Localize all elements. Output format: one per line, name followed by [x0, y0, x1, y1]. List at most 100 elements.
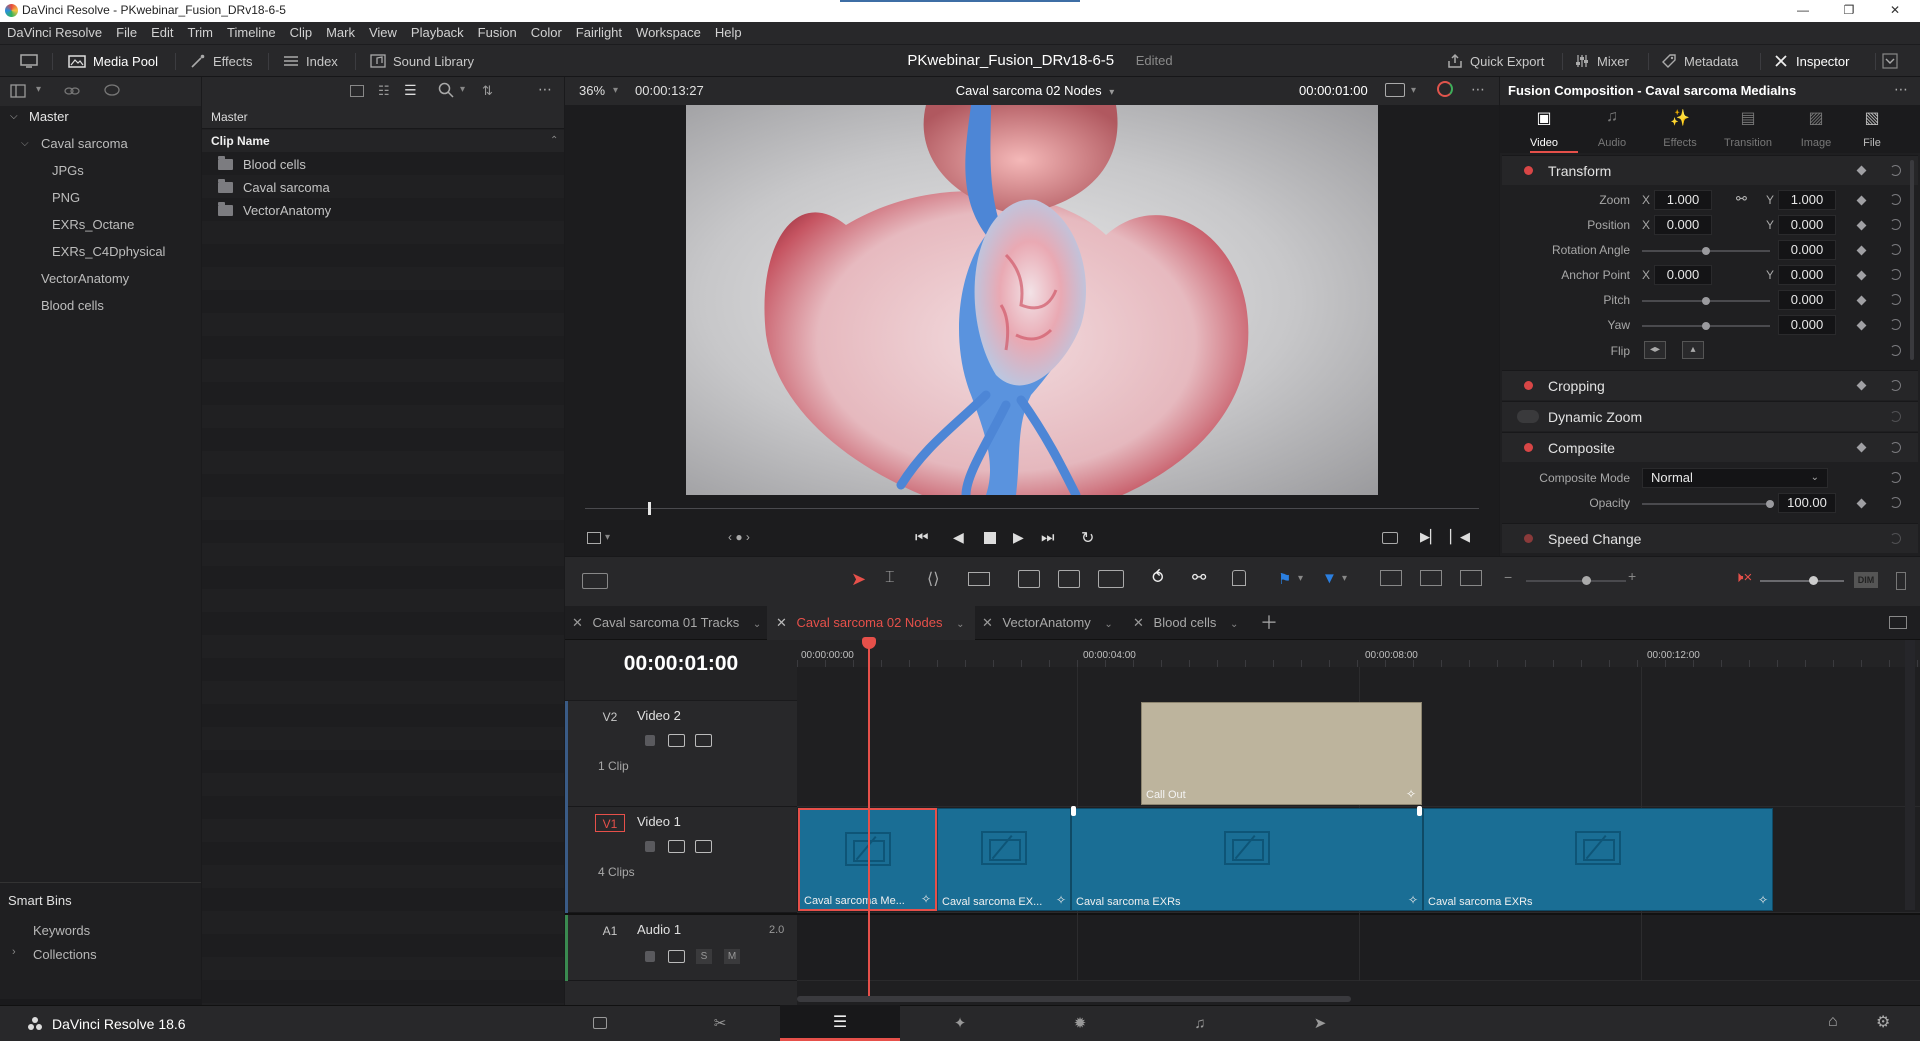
zoom-x-field[interactable]: 1.000: [1654, 190, 1712, 210]
list-item[interactable]: Caval sarcoma: [202, 176, 564, 199]
opacity-field[interactable]: 100.00: [1778, 493, 1836, 513]
solo-button[interactable]: S: [696, 949, 712, 964]
tab-file[interactable]: File: [1838, 137, 1906, 149]
track-header-v1[interactable]: V1 Video 1 4 Clips: [565, 807, 797, 913]
snapping-icon[interactable]: ⥀: [1152, 568, 1164, 588]
position-x-field[interactable]: 0.000: [1654, 215, 1712, 235]
keyframe-icon[interactable]: [1856, 165, 1867, 176]
sound-library-button[interactable]: Sound Library: [370, 45, 474, 77]
next-edit-icon[interactable]: ▶▏: [1420, 529, 1440, 545]
close-button[interactable]: ✕: [1872, 0, 1918, 22]
section-dynamic-zoom[interactable]: Dynamic Zoom: [1502, 401, 1918, 431]
bin-exrs-c4dphysical[interactable]: EXRs_C4Dphysical: [0, 239, 201, 265]
rotation-slider-knob[interactable]: [1702, 247, 1710, 255]
track-header-v2[interactable]: V2 Video 2 1 Clip: [565, 701, 797, 807]
restore-button[interactable]: ❐: [1826, 0, 1872, 22]
timeline-zoom-knob[interactable]: [1582, 576, 1591, 585]
blade-tool-icon[interactable]: [968, 572, 990, 586]
viewer-scrubber[interactable]: [565, 495, 1499, 523]
chevron-down-icon[interactable]: ⌵: [10, 104, 18, 130]
inspector-scrollbar[interactable]: [1910, 160, 1914, 360]
volume-knob[interactable]: [1809, 576, 1818, 585]
section-speed-change[interactable]: Speed Change: [1502, 523, 1918, 553]
page-edit[interactable]: ☰: [780, 1005, 900, 1041]
menu-fusion[interactable]: Fusion: [471, 22, 524, 44]
bin-caval-sarcoma[interactable]: ⌵ Caval sarcoma: [0, 131, 201, 157]
timeline-ruler[interactable]: 00:00:00:00 00:00:04:00 00:00:08:00 00:0…: [797, 640, 1920, 667]
close-icon[interactable]: ✕: [982, 615, 993, 630]
menu-clip[interactable]: Clip: [283, 22, 319, 44]
position-y-field[interactable]: 0.000: [1778, 215, 1836, 235]
timeline-clip[interactable]: Caval sarcoma EXRs ✧: [1423, 808, 1773, 911]
position-lock-icon[interactable]: [1232, 570, 1246, 586]
reset-icon[interactable]: [1890, 269, 1901, 280]
mixer-button[interactable]: Mixer: [1574, 45, 1629, 77]
menu-file[interactable]: File: [109, 22, 144, 44]
chevron-down-icon[interactable]: ⌄: [1104, 619, 1112, 630]
menu-view[interactable]: View: [362, 22, 404, 44]
menu-playback[interactable]: Playback: [404, 22, 471, 44]
anchor-x-field[interactable]: 0.000: [1654, 265, 1712, 285]
smart-filter-icon[interactable]: [104, 84, 120, 98]
trim-tool-icon[interactable]: ⌶: [885, 569, 895, 587]
section-composite[interactable]: Composite: [1502, 432, 1918, 462]
dynamic-zoom-toggle[interactable]: [1517, 410, 1539, 423]
link-icon[interactable]: ⚯: [1736, 191, 1747, 207]
timeline-horizontal-scrollbar[interactable]: [797, 996, 1351, 1002]
timeline-clip[interactable]: Caval sarcoma EX... ✧: [937, 808, 1071, 911]
reset-icon[interactable]: [1890, 165, 1901, 176]
tab-audio[interactable]: Audio: [1578, 137, 1646, 149]
timeline-vertical-scrollbar[interactable]: [1905, 640, 1915, 910]
rotation-field[interactable]: 0.000: [1778, 240, 1836, 260]
more-options-icon[interactable]: ⋯: [1894, 81, 1908, 98]
home-icon[interactable]: ⌂: [1828, 1013, 1838, 1031]
timeline-clip[interactable]: Call Out ✧: [1141, 702, 1422, 805]
match-frame-icon[interactable]: [1382, 532, 1398, 544]
page-deliver[interactable]: ➤: [1260, 1005, 1380, 1041]
sort-chevron-up-icon[interactable]: ⌃: [550, 135, 558, 146]
close-icon[interactable]: ✕: [1133, 615, 1144, 630]
timeline-view-options-icon[interactable]: [582, 573, 608, 589]
prev-edit-icon[interactable]: ▏◀: [1450, 529, 1470, 545]
index-button[interactable]: Index: [283, 45, 338, 77]
list-item[interactable]: VectorAnatomy: [202, 199, 564, 222]
chevron-down-icon[interactable]: ⌄: [1230, 619, 1238, 630]
list-item[interactable]: Blood cells: [202, 153, 564, 176]
lock-icon[interactable]: [645, 841, 655, 852]
timeline-options-icon[interactable]: [1889, 616, 1907, 629]
keyframe-icon[interactable]: [1856, 442, 1867, 453]
mute-speaker-icon[interactable]: 🕨×: [1734, 569, 1752, 586]
enable-toggle-icon[interactable]: [1524, 443, 1533, 452]
page-fairlight[interactable]: ♫: [1140, 1005, 1260, 1041]
reset-icon[interactable]: [1890, 345, 1901, 356]
chevron-down-icon[interactable]: ⌄: [753, 619, 761, 630]
zoom-full-icon[interactable]: [1380, 570, 1402, 586]
dim-icon[interactable]: DIM: [1854, 572, 1878, 588]
tab-effects[interactable]: Effects: [1646, 137, 1714, 149]
chevron-down-icon[interactable]: ▾: [613, 85, 618, 96]
effects-button[interactable]: Effects: [190, 45, 253, 77]
reset-icon[interactable]: [1890, 319, 1901, 330]
reset-icon[interactable]: [1890, 219, 1901, 230]
edit-point-handle[interactable]: [1417, 806, 1422, 816]
bin-png[interactable]: PNG: [0, 185, 201, 211]
bin-jpgs[interactable]: JPGs: [0, 158, 201, 184]
close-icon[interactable]: ✕: [776, 615, 787, 630]
pitch-slider-knob[interactable]: [1702, 297, 1710, 305]
viewer-mode-icon[interactable]: [1385, 83, 1405, 97]
section-cropping[interactable]: Cropping: [1502, 370, 1918, 400]
zoom-custom-icon[interactable]: [1460, 570, 1482, 586]
keyframe-icon[interactable]: [1856, 380, 1867, 391]
playhead-line[interactable]: [868, 648, 870, 996]
viewer-frame[interactable]: [686, 105, 1378, 495]
zoom-detail-icon[interactable]: [1420, 570, 1442, 586]
play-reverse-icon[interactable]: ◀: [953, 529, 964, 546]
bin-exrs-octane[interactable]: EXRs_Octane: [0, 212, 201, 238]
timeline-clip[interactable]: Caval sarcoma EXRs ✧: [1071, 808, 1423, 911]
audio-meter-icon[interactable]: [1896, 572, 1906, 590]
more-options-icon[interactable]: ⋯: [1471, 81, 1485, 98]
go-to-end-icon[interactable]: ⏭: [1041, 529, 1055, 546]
menu-fairlight[interactable]: Fairlight: [569, 22, 629, 44]
chevron-down-icon[interactable]: ▾: [1298, 573, 1303, 584]
flip-vertical-icon[interactable]: ▴: [1682, 341, 1704, 359]
